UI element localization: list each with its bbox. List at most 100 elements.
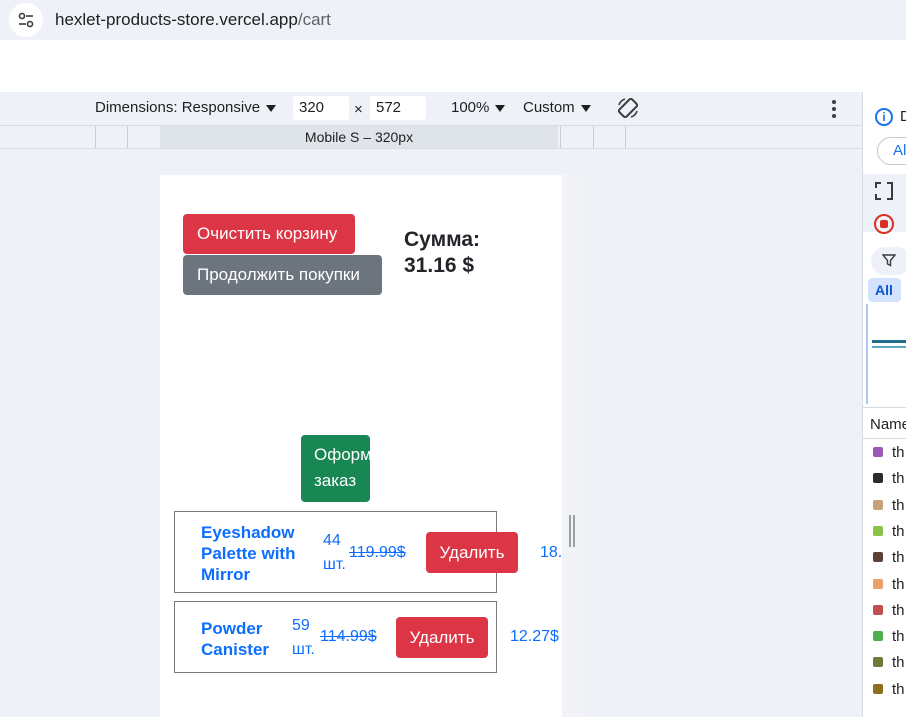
devtools-network-panel: i D Al All Name th th th th th th th th th th: [862, 92, 906, 717]
network-request-row[interactable]: th: [863, 519, 906, 545]
checkout-button[interactable]: Оформить заказ: [301, 435, 370, 502]
cart-item-quantity-unit: шт.: [323, 556, 346, 573]
resource-thumbnail-icon: [873, 605, 883, 615]
chevron-down-icon: [580, 104, 591, 112]
name-column-header[interactable]: Name: [863, 407, 906, 439]
cart-item-new-price: 18.: [540, 544, 563, 561]
media-query-mobile-s[interactable]: Mobile S – 320px: [160, 126, 558, 148]
cart-item-name[interactable]: Powder Canister: [201, 618, 269, 660]
cart-item-quantity-value: 44: [323, 532, 341, 549]
throttle-dropdown[interactable]: Custom: [523, 99, 591, 116]
request-name: th: [892, 497, 905, 514]
cart-item-name-line: Mirror: [201, 565, 251, 584]
resource-thumbnail-icon: [873, 684, 883, 694]
request-name: th: [892, 602, 905, 619]
delete-button[interactable]: Удалить: [396, 617, 488, 658]
resize-handle[interactable]: [569, 515, 575, 547]
request-name: th: [892, 576, 905, 593]
media-query-segment[interactable]: [127, 126, 128, 148]
cart-item-name-line: Canister: [201, 640, 270, 659]
resource-thumbnail-icon: [873, 447, 883, 457]
request-name: th: [892, 470, 905, 487]
cart-item-quantity: 59 шт.: [292, 614, 315, 662]
info-icon[interactable]: i: [875, 108, 893, 126]
cart-item-old-price: 119.99$: [349, 544, 406, 561]
media-query-segment[interactable]: [593, 126, 594, 148]
device-scroll-gutter: [562, 175, 585, 717]
chevron-down-icon: [266, 104, 277, 112]
record-stop-icon[interactable]: [874, 214, 894, 234]
resource-thumbnail-icon: [873, 657, 883, 667]
filter-all-chip[interactable]: All: [868, 278, 901, 302]
network-request-row[interactable]: th: [863, 650, 906, 676]
resource-thumbnail-icon: [873, 579, 883, 589]
devtools-header-text: D: [900, 108, 906, 125]
chevron-down-icon: [495, 104, 506, 112]
resource-thumbnail-icon: [873, 500, 883, 510]
resource-thumbnail-icon: [873, 631, 883, 641]
network-request-row[interactable]: th: [863, 466, 906, 492]
zoom-dropdown[interactable]: 100%: [451, 99, 506, 116]
select-element-icon[interactable]: [875, 182, 893, 200]
url-host: hexlet-products-store.vercel.app: [55, 10, 298, 29]
network-request-row[interactable]: th: [863, 545, 906, 571]
request-name: th: [892, 523, 905, 540]
checkout-label-line1: Оформить: [314, 445, 370, 464]
cart-item-quantity-value: 59: [292, 617, 310, 634]
dimensions-dropdown[interactable]: Dimensions: Responsive: [95, 99, 277, 116]
width-input[interactable]: 320: [293, 96, 349, 120]
request-name: th: [892, 549, 905, 566]
cart-item-name-line: Palette with: [201, 544, 296, 563]
url-path: /cart: [297, 10, 331, 29]
request-name: th: [892, 654, 905, 671]
cart-sum: Сумма: 31.16 $: [404, 227, 480, 279]
rotate-icon[interactable]: [616, 96, 640, 120]
resource-thumbnail-icon: [873, 552, 883, 562]
sum-value: 31.16 $: [404, 254, 475, 277]
media-query-bar: Mobile S – 320px: [0, 125, 862, 149]
network-overview-timeline[interactable]: [866, 304, 906, 404]
url-text[interactable]: hexlet-products-store.vercel.app/cart: [55, 10, 331, 30]
height-input[interactable]: 572: [370, 96, 426, 120]
address-bar: hexlet-products-store.vercel.app/cart: [0, 0, 906, 40]
request-name: th: [892, 628, 905, 645]
request-name: th: [892, 681, 905, 698]
network-request-row[interactable]: th: [863, 677, 906, 703]
cart-item-name-line: Eyeshadow: [201, 523, 295, 542]
network-request-row[interactable]: th: [863, 440, 906, 466]
device-frame: Очистить корзину Продолжить покупки Сумм…: [160, 175, 585, 717]
more-vert-icon[interactable]: [831, 100, 837, 118]
media-query-segment[interactable]: [625, 126, 626, 148]
cart-item-name[interactable]: Eyeshadow Palette with Mirror: [201, 522, 295, 585]
delete-button[interactable]: Удалить: [426, 532, 518, 573]
media-query-segment[interactable]: [560, 126, 561, 148]
resource-thumbnail-icon: [873, 473, 883, 483]
request-name: th: [892, 444, 905, 461]
media-query-segment[interactable]: [95, 126, 96, 148]
zoom-label: 100%: [451, 99, 490, 116]
network-request-row[interactable]: th: [863, 572, 906, 598]
checkout-label-line2: заказ: [314, 471, 357, 490]
cart-item-quantity-unit: шт.: [292, 641, 315, 658]
times-sign: ×: [354, 101, 363, 118]
resource-thumbnail-icon: [873, 526, 883, 536]
clear-cart-button[interactable]: Очистить корзину: [183, 214, 355, 254]
cart-item: Eyeshadow Palette with Mirror 44 шт. 119…: [174, 511, 562, 593]
cart-item-quantity: 44 шт.: [323, 529, 346, 577]
device-toolbar: Dimensions: Responsive 320 × 572 100% Cu…: [0, 92, 862, 125]
cart-item-old-price: 114.99$: [320, 628, 377, 645]
cart-item: Powder Canister 59 шт. 114.99$ Удалить 1…: [174, 601, 559, 673]
devtools-pill-button[interactable]: Al: [877, 137, 906, 165]
sum-label: Сумма:: [404, 228, 481, 251]
continue-shopping-button[interactable]: Продолжить покупки: [183, 255, 382, 295]
tune-icon[interactable]: [9, 3, 43, 37]
network-request-row[interactable]: th: [863, 493, 906, 519]
throttle-label: Custom: [523, 99, 575, 116]
network-request-row[interactable]: th: [863, 598, 906, 624]
bookmarks-spacer: [0, 40, 906, 92]
network-request-row[interactable]: th: [863, 624, 906, 650]
cart-item-name-line: Powder: [201, 619, 263, 638]
cart-item-new-price: 12.27$: [510, 628, 559, 645]
dimensions-label: Dimensions: Responsive: [95, 99, 261, 116]
filter-icon[interactable]: [881, 253, 897, 270]
